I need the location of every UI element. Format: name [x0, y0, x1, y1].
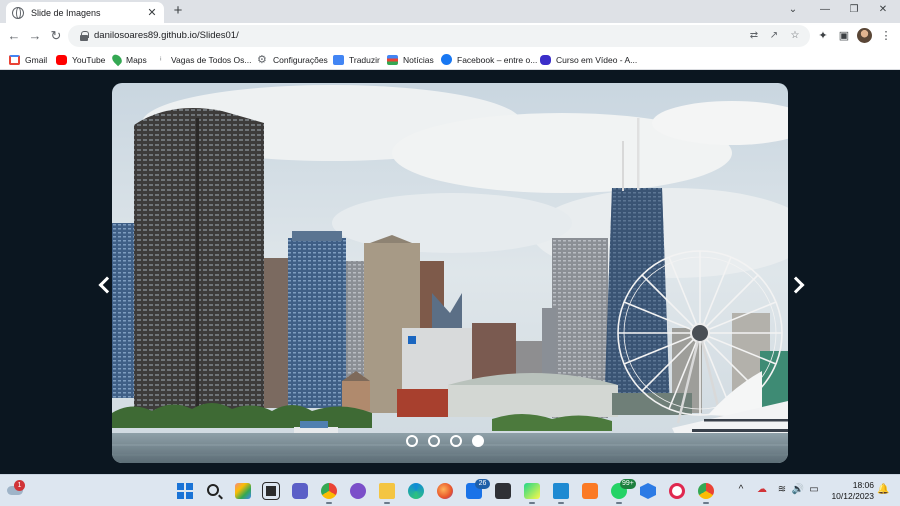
close-window-button[interactable]: ✕ — [870, 2, 896, 18]
maps-icon — [110, 52, 124, 67]
bookmark-youtube[interactable]: YouTube — [56, 53, 105, 66]
search-icon[interactable] — [206, 483, 222, 499]
menu-icon[interactable]: ⋮ — [878, 28, 894, 44]
facebook-icon — [441, 54, 452, 65]
translate-icon[interactable]: ⇄ — [747, 29, 761, 43]
side-panel-icon[interactable]: ▣ — [836, 28, 852, 44]
tab-title: Slide de Imagens — [31, 7, 101, 18]
taskbar: 1 26 99+ ^ ☁ ≋ 🔊 ▭ 18:06 10/12/2023 🔔 — [0, 474, 900, 506]
clock-date: 10/12/2023 — [831, 491, 874, 501]
github-desktop-icon[interactable] — [350, 483, 366, 499]
whatsapp-icon[interactable]: 99+ — [611, 479, 636, 504]
extensions-icon[interactable]: ✦ — [815, 28, 831, 44]
chrome-icon[interactable] — [321, 483, 337, 504]
browser-toolbar: ← → ↻ danilosoares89.github.io/Slides01/… — [0, 23, 900, 49]
chicago-skyline-image — [112, 83, 788, 463]
lock-icon[interactable] — [80, 31, 89, 41]
start-button[interactable] — [177, 483, 193, 499]
firefox-icon[interactable] — [437, 483, 453, 499]
volume-icon[interactable]: 🔊 — [791, 483, 805, 497]
maximize-button[interactable]: ❐ — [841, 2, 867, 18]
slide-dot-3[interactable] — [450, 435, 462, 447]
mail-badge: 26 — [475, 479, 490, 489]
slide-dot-4[interactable] — [472, 435, 484, 447]
previous-slide-button[interactable] — [96, 275, 112, 295]
bookmark-label: Curso em Vídeo - A... — [556, 54, 638, 65]
opera-icon[interactable] — [669, 483, 685, 499]
file-explorer-icon[interactable] — [379, 483, 395, 504]
cursoemvideo-icon — [540, 54, 551, 65]
bookmark-label: Gmail — [25, 54, 48, 65]
star-icon[interactable]: ☆ — [788, 29, 802, 43]
bookmark-label: Configurações — [273, 54, 328, 65]
clock-time: 18:06 — [852, 480, 874, 490]
bookmark-configuracoes[interactable]: ⚙ Configurações — [257, 53, 328, 66]
forward-button[interactable]: → — [27, 27, 43, 45]
bookmark-label: Notícias — [403, 54, 434, 65]
pycharm-icon[interactable] — [524, 483, 540, 504]
bookmark-curso-em-video[interactable]: Curso em Vídeo - A... — [540, 53, 637, 66]
task-view-icon[interactable] — [262, 482, 280, 500]
bookmark-vagas[interactable]: ⁱ Vagas de Todos Os... — [160, 53, 251, 66]
bookmark-maps[interactable]: Maps — [110, 52, 147, 67]
xampp-icon[interactable] — [582, 483, 598, 499]
back-button[interactable]: ← — [6, 27, 22, 45]
chrome-active-icon[interactable] — [698, 483, 714, 504]
youtube-icon — [56, 54, 67, 65]
info-icon: ⁱ — [160, 54, 162, 65]
address-bar[interactable]: danilosoares89.github.io/Slides01/ ⇄ ↗ ☆ — [68, 25, 810, 47]
notifications-bell-icon[interactable]: 🔔 — [877, 484, 889, 495]
reload-button[interactable]: ↻ — [48, 27, 64, 45]
widgets-icon[interactable] — [235, 483, 251, 499]
tab-search-button[interactable]: ⌄ — [780, 2, 806, 18]
magnifier-icon — [207, 484, 219, 496]
clock[interactable]: 18:06 10/12/2023 — [826, 480, 874, 502]
slide-indicators — [406, 435, 494, 449]
vscode-icon[interactable] — [553, 483, 569, 504]
bookmark-gmail[interactable]: Gmail — [9, 53, 47, 66]
bookmark-label: Traduzir — [349, 54, 380, 65]
slide-dot-1[interactable] — [406, 435, 418, 447]
whatsapp-badge: 99+ — [620, 479, 636, 489]
next-slide-button[interactable] — [790, 275, 806, 295]
battery-icon[interactable]: ▭ — [807, 483, 821, 497]
gear-icon: ⚙ — [257, 53, 267, 66]
weather-badge: 1 — [14, 480, 25, 491]
bookmarks-bar: Gmail YouTube Maps ⁱ Vagas de Todos Os..… — [0, 49, 900, 70]
bookmark-facebook[interactable]: Facebook – entre o... — [441, 53, 537, 66]
tab-strip: Slide de Imagens ✕ + ⌄ — ❐ ✕ — [0, 0, 900, 23]
profile-avatar[interactable] — [857, 28, 872, 43]
slide-image — [112, 83, 788, 463]
share-icon[interactable]: ↗ — [767, 29, 781, 43]
tray-chevron-icon[interactable]: ^ — [734, 483, 748, 497]
bookmark-label: Maps — [126, 54, 147, 65]
globe-icon — [12, 6, 24, 19]
news-icon — [387, 54, 398, 65]
mail-icon[interactable]: 26 — [466, 479, 490, 499]
wifi-icon[interactable]: ≋ — [775, 483, 789, 497]
slide-dot-2[interactable] — [428, 435, 440, 447]
tab-slide-de-imagens[interactable]: Slide de Imagens ✕ — [6, 2, 164, 23]
gmail-icon — [9, 54, 20, 65]
store-icon[interactable] — [495, 483, 511, 499]
onedrive-icon[interactable]: ☁ — [755, 483, 769, 497]
bookmark-traduzir[interactable]: Traduzir — [333, 53, 380, 66]
url-text[interactable]: danilosoares89.github.io/Slides01/ — [94, 30, 239, 41]
meet-icon[interactable] — [292, 483, 308, 499]
bookmark-label: Facebook – entre o... — [457, 54, 538, 65]
minimize-button[interactable]: — — [812, 2, 838, 18]
translate-icon — [333, 54, 344, 65]
page-content — [0, 71, 900, 474]
bookmark-noticias[interactable]: Notícias — [387, 53, 434, 66]
bookmark-label: YouTube — [72, 54, 106, 65]
hexagon-app-icon[interactable] — [640, 483, 656, 499]
close-tab-button[interactable]: ✕ — [146, 7, 158, 19]
new-tab-button[interactable]: + — [170, 2, 186, 20]
edge-icon[interactable] — [408, 483, 424, 499]
bookmark-label: Vagas de Todos Os... — [171, 54, 252, 65]
